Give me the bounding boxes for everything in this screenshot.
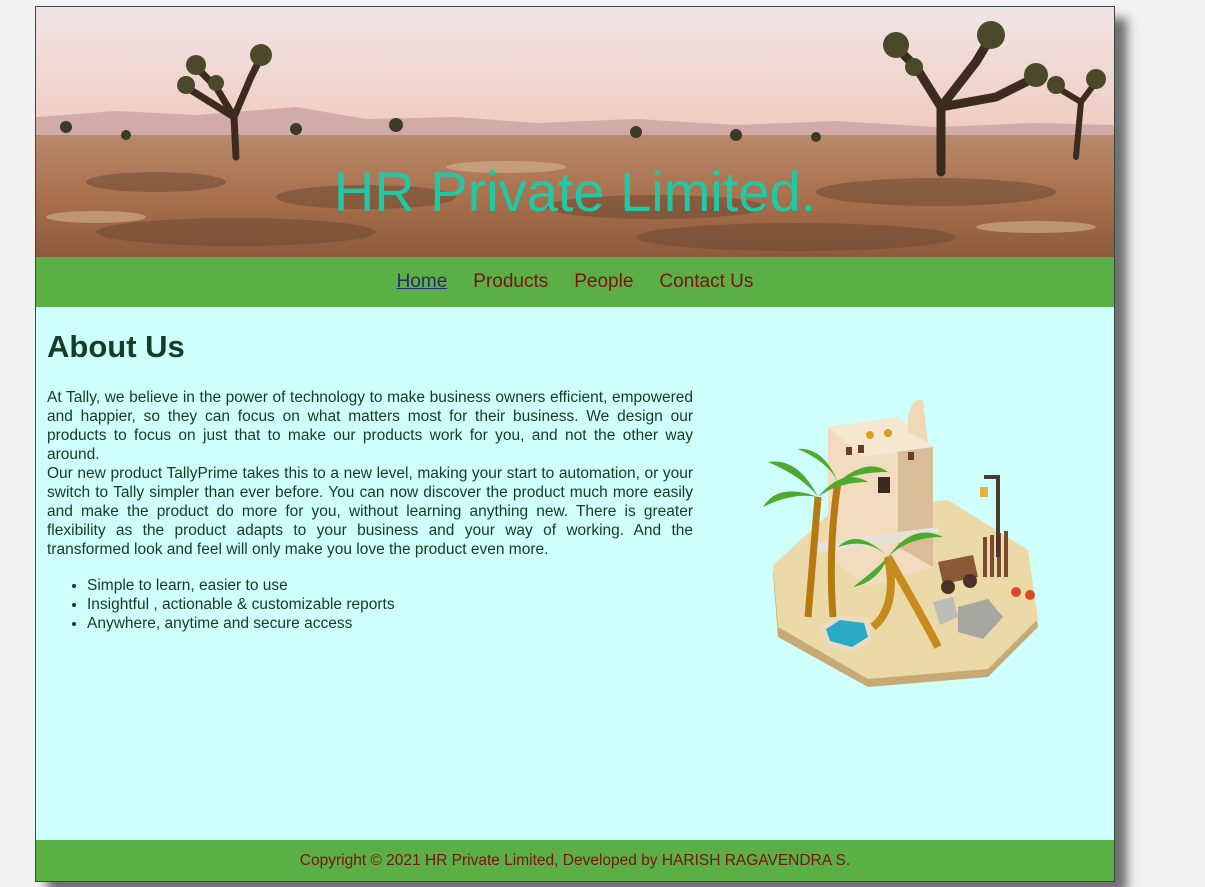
- isometric-house-illustration: [763, 399, 1038, 687]
- page-container: HR Private Limited. Home Products People…: [35, 6, 1115, 882]
- about-section: About Us At Tally, we believe in the pow…: [47, 307, 697, 633]
- feature-item: Insightful , actionable & customizable r…: [87, 595, 697, 614]
- site-title: HR Private Limited.: [333, 160, 817, 223]
- main-nav: Home Products People Contact Us: [36, 257, 1114, 307]
- copyright-text: Copyright © 2021 HR Private Limited, Dev…: [299, 851, 851, 869]
- nav-products-link[interactable]: Products: [473, 271, 548, 293]
- nav-home-link[interactable]: Home: [397, 271, 448, 293]
- feature-item: Simple to learn, easier to use: [87, 576, 697, 595]
- about-paragraph-2: Our new product TallyPrime takes this to…: [47, 465, 693, 558]
- feature-item: Anywhere, anytime and secure access: [87, 614, 697, 633]
- about-heading: About Us: [47, 329, 185, 364]
- about-paragraph-1: At Tally, we believe in the power of tec…: [47, 389, 693, 463]
- feature-list: Simple to learn, easier to use Insightfu…: [47, 576, 697, 633]
- header-banner: HR Private Limited.: [36, 7, 1114, 257]
- site-footer: Copyright © 2021 HR Private Limited, Dev…: [36, 840, 1114, 881]
- nav-people-link[interactable]: People: [574, 271, 633, 293]
- nav-contact-link[interactable]: Contact Us: [659, 271, 753, 293]
